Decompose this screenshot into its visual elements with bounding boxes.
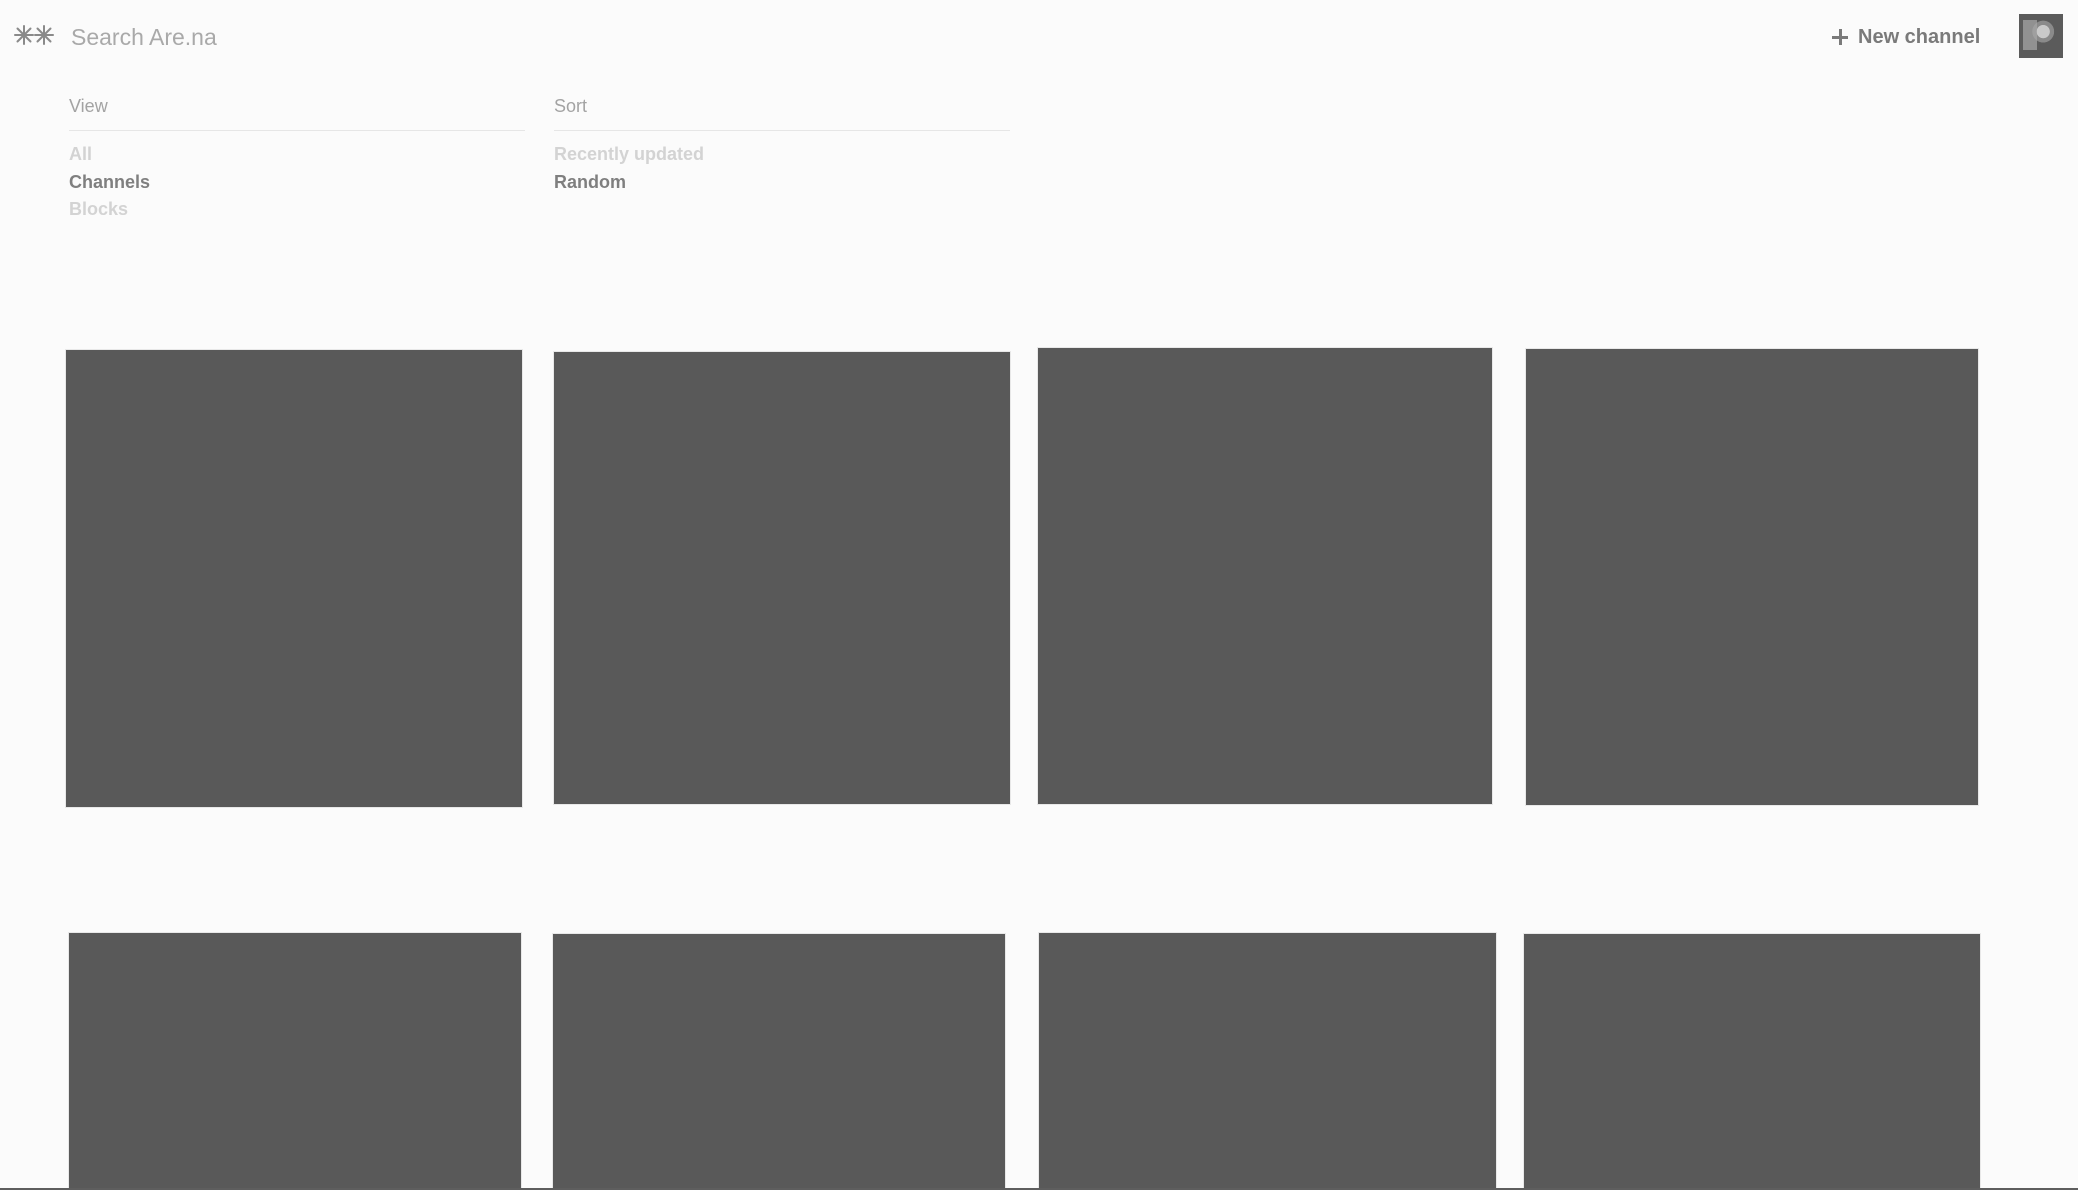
channel-card[interactable] bbox=[1038, 348, 1492, 804]
sort-option-recently-updated[interactable]: Recently updated bbox=[554, 141, 1010, 169]
new-channel-label: New channel bbox=[1858, 25, 1981, 48]
view-option-channels[interactable]: Channels bbox=[69, 169, 525, 197]
view-heading: View bbox=[69, 94, 525, 131]
channel-card[interactable] bbox=[1526, 349, 1978, 805]
user-avatar[interactable] bbox=[2019, 14, 2063, 58]
view-option-all[interactable]: All bbox=[69, 141, 525, 169]
view-options: All Channels Blocks bbox=[69, 141, 525, 224]
view-filter: View All Channels Blocks bbox=[69, 94, 525, 224]
sort-filter: Sort Recently updated Random bbox=[554, 94, 1010, 196]
sort-option-random[interactable]: Random bbox=[554, 169, 1010, 197]
sort-heading: Sort bbox=[554, 94, 1010, 131]
new-channel-button[interactable]: New channel bbox=[1832, 22, 1980, 52]
search-input[interactable] bbox=[69, 20, 593, 54]
sort-options: Recently updated Random bbox=[554, 141, 1010, 196]
channel-card[interactable] bbox=[1039, 933, 1496, 1190]
channel-card[interactable] bbox=[554, 352, 1010, 804]
channel-card[interactable] bbox=[66, 350, 522, 807]
channel-card[interactable] bbox=[553, 934, 1005, 1190]
view-option-blocks[interactable]: Blocks bbox=[69, 196, 525, 224]
channel-card[interactable] bbox=[1524, 934, 1980, 1190]
arena-profile-page: New channel View All Channels Blocks Sor… bbox=[0, 0, 2078, 1190]
plus-icon bbox=[1832, 29, 1848, 45]
channel-card[interactable] bbox=[69, 933, 521, 1190]
arena-logo-icon[interactable] bbox=[12, 20, 56, 50]
